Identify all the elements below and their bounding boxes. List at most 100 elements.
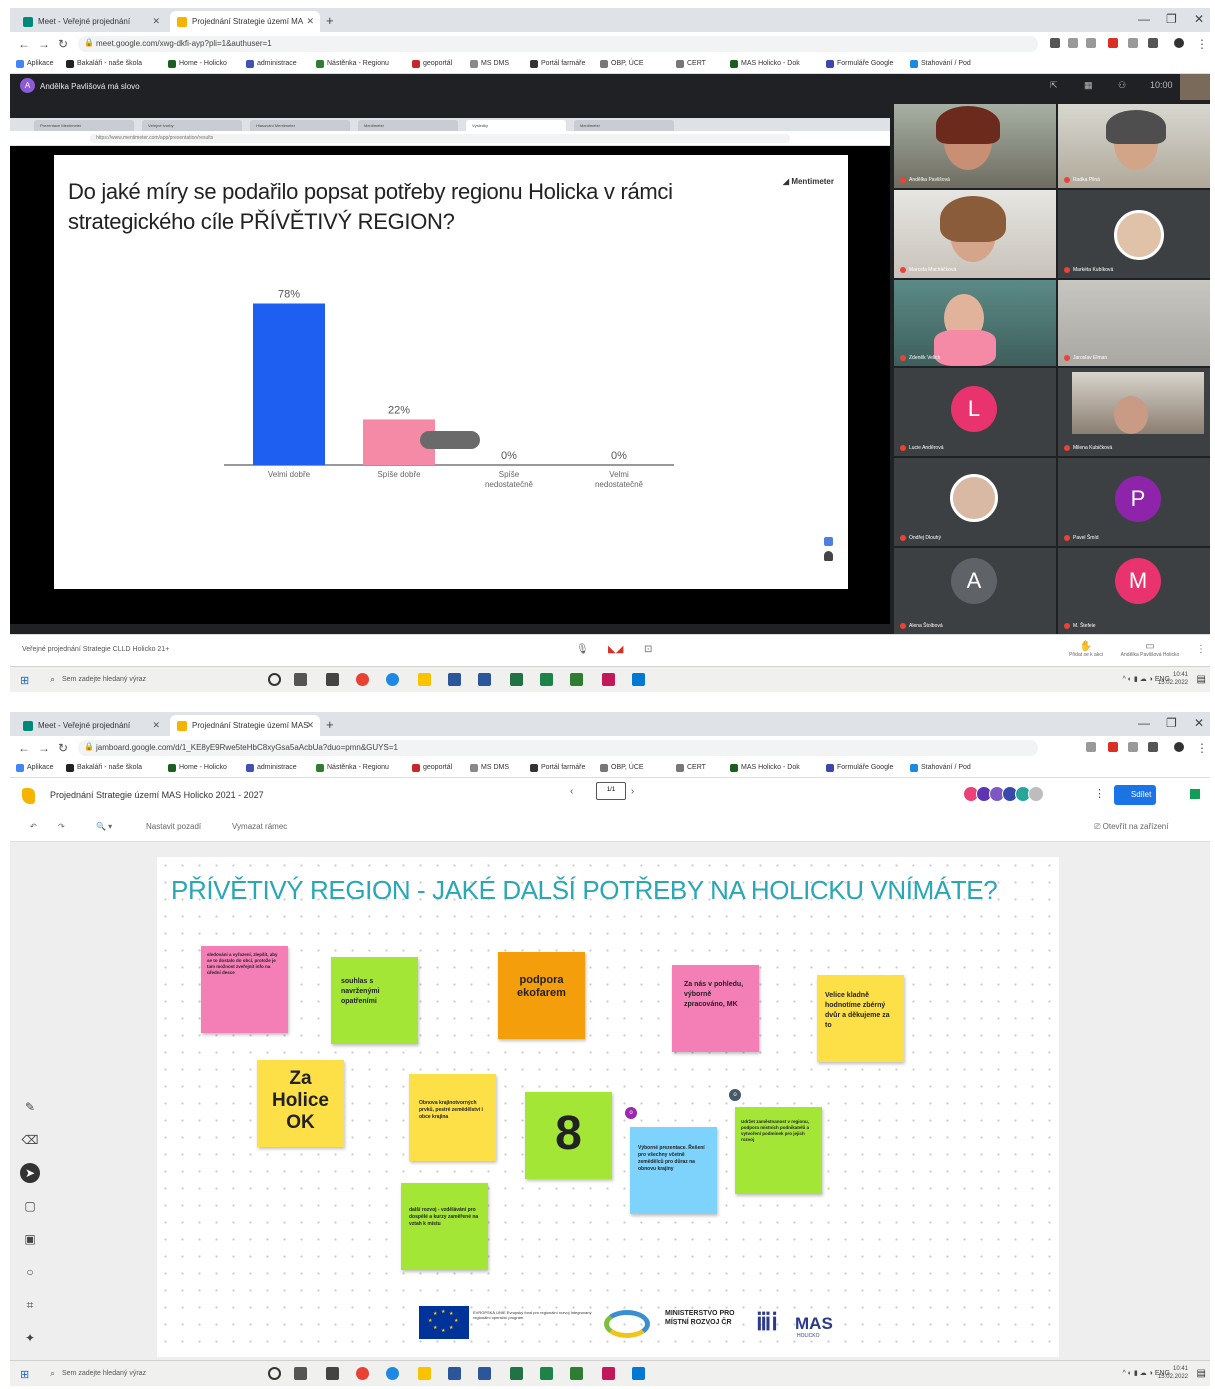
- tab-jamboard[interactable]: Projednání Strategie území MA ✕: [170, 11, 320, 32]
- bookmark-item[interactable]: Home - Holicko: [168, 764, 227, 772]
- bookmark-item[interactable]: Nástěnka - Regionu: [316, 764, 389, 772]
- excel-icon[interactable]: [510, 673, 523, 686]
- extension-icon[interactable]: [1086, 742, 1096, 752]
- chrome-icon[interactable]: [356, 673, 369, 686]
- audience-icon[interactable]: [824, 551, 833, 561]
- app-icon[interactable]: [632, 1367, 645, 1380]
- cortana-icon[interactable]: [268, 1367, 281, 1380]
- app-icon[interactable]: [602, 673, 615, 686]
- profile-icon[interactable]: [1174, 38, 1184, 48]
- puzzle-icon[interactable]: [1148, 742, 1158, 752]
- sticky-note[interactable]: Výborné prezentace. Řešení pro všechny v…: [630, 1127, 717, 1214]
- pin-icon[interactable]: ▦: [1084, 80, 1093, 91]
- tab-jamboard[interactable]: Projednání Strategie území MAS ✕: [170, 715, 320, 736]
- bookmark-item[interactable]: Formuláře Google: [826, 60, 893, 68]
- app-icon[interactable]: [632, 673, 645, 686]
- new-tab-icon[interactable]: +: [326, 13, 334, 28]
- sticky-note[interactable]: podpora ekofarem: [498, 952, 585, 1039]
- app-icon[interactable]: [570, 673, 583, 686]
- participant-tile[interactable]: L Lucie Anděrová: [894, 368, 1056, 456]
- mic-icon[interactable]: 🎙: [576, 644, 589, 655]
- windows-start-icon[interactable]: ⊞: [20, 674, 29, 687]
- more-options-icon[interactable]: ⋮: [1196, 644, 1206, 655]
- profile-icon[interactable]: [1174, 742, 1184, 752]
- windows-start-icon[interactable]: ⊞: [20, 1368, 29, 1381]
- bookmark-item[interactable]: Formuláře Google: [826, 764, 893, 772]
- menu-icon[interactable]: ⋮: [1196, 741, 1208, 755]
- bookmark-item[interactable]: Stahování / Pod: [910, 764, 971, 772]
- participant-tile[interactable]: Jaroslav Elman: [1058, 280, 1210, 366]
- jam-board[interactable]: PŘÍVĚTIVÝ REGION - JAKÉ DALŠÍ POTŘEBY NA…: [157, 857, 1059, 1357]
- join-action-button[interactable]: ✋ Přidat se k akci: [1056, 641, 1116, 658]
- bookmark-item[interactable]: geoportál: [412, 764, 452, 772]
- taskbar-clock[interactable]: 10:41 15.02.2022: [1158, 671, 1188, 687]
- bookmark-item[interactable]: MAS Holicko - Dok: [730, 60, 800, 68]
- participant-tile[interactable]: Ondřej Dlouhý: [894, 458, 1056, 546]
- word-icon[interactable]: [448, 1367, 461, 1380]
- participant-tile[interactable]: Marcela Macháčková: [894, 190, 1056, 278]
- clear-frame-button[interactable]: Vymazat rámec: [232, 822, 287, 831]
- question-icon[interactable]: [824, 537, 833, 546]
- app-icon[interactable]: [570, 1367, 583, 1380]
- close-window-icon[interactable]: ✕: [1194, 716, 1204, 730]
- back-icon[interactable]: ←: [18, 37, 30, 51]
- edge-icon[interactable]: [386, 1367, 399, 1380]
- extension-icon[interactable]: [1086, 38, 1096, 48]
- circle-icon[interactable]: ○: [20, 1262, 40, 1282]
- store-icon[interactable]: [326, 1367, 339, 1380]
- word-icon[interactable]: [478, 673, 491, 686]
- taskbar-clock[interactable]: 10:41 15.02.2022: [1158, 1365, 1188, 1381]
- new-tab-icon[interactable]: +: [326, 717, 334, 732]
- tab-meet[interactable]: Meet - Veřejné projednání ✕: [16, 715, 166, 736]
- eraser-icon[interactable]: ⌫: [20, 1130, 40, 1150]
- taskbar-search[interactable]: ⌕ Sem zadejte hledaný výraz: [48, 1365, 258, 1383]
- pen-icon[interactable]: ✎: [20, 1097, 40, 1117]
- participant-tile[interactable]: Milena Kubičková: [1058, 368, 1210, 456]
- set-background-button[interactable]: Nastavit pozadí: [146, 822, 201, 831]
- extension-icon[interactable]: [1128, 742, 1138, 752]
- word-icon[interactable]: [448, 673, 461, 686]
- notifications-icon[interactable]: ▤: [1197, 1368, 1206, 1379]
- explorer-icon[interactable]: [418, 1367, 431, 1380]
- text-box-icon[interactable]: ⌗: [20, 1295, 40, 1315]
- bookmark-item[interactable]: Portál farmáře: [530, 764, 585, 772]
- word-icon[interactable]: [478, 1367, 491, 1380]
- present-icon[interactable]: ⊡: [644, 644, 652, 655]
- app-icon[interactable]: [540, 1367, 553, 1380]
- participant-tile[interactable]: P Pavel Šmíd: [1058, 458, 1210, 546]
- participant-tile[interactable]: Markéta Kubíková: [1058, 190, 1210, 278]
- bookmark-item[interactable]: MS DMS: [470, 764, 509, 772]
- previous-frame-icon[interactable]: ‹: [570, 786, 573, 797]
- bookmark-item[interactable]: MAS Holicko - Dok: [730, 764, 800, 772]
- task-view-icon[interactable]: [294, 673, 307, 686]
- apps-icon[interactable]: [1190, 789, 1200, 799]
- extension-icon[interactable]: [1068, 38, 1078, 48]
- sticky-note-icon[interactable]: ▢: [20, 1196, 40, 1216]
- select-icon[interactable]: ➤: [20, 1163, 40, 1183]
- address-bar[interactable]: 🔒 jamboard.google.com/d/1_KE8yE9Rwe5teHb…: [78, 740, 1038, 756]
- presentation-controls[interactable]: [420, 431, 480, 449]
- menu-icon[interactable]: ⋮: [1196, 37, 1208, 51]
- camera-off-icon[interactable]: ◣◢: [608, 644, 623, 655]
- next-frame-icon[interactable]: ›: [631, 786, 634, 797]
- forward-icon[interactable]: →: [38, 741, 50, 755]
- reload-icon[interactable]: ↻: [58, 37, 68, 51]
- bookmark-item[interactable]: CERT: [676, 764, 706, 772]
- extension-icon[interactable]: [1050, 38, 1060, 48]
- bookmark-item[interactable]: Home - Holicko: [168, 60, 227, 68]
- jam-title[interactable]: Projednání Strategie území MAS Holicko 2…: [50, 790, 264, 800]
- cortana-icon[interactable]: [268, 673, 281, 686]
- excel-icon[interactable]: [510, 1367, 523, 1380]
- forward-icon[interactable]: →: [38, 37, 50, 51]
- sticky-note[interactable]: 8: [525, 1092, 612, 1179]
- participant-tile[interactable]: Andělka Pavlišová: [894, 104, 1056, 188]
- collaborator-avatars[interactable]: [963, 786, 1044, 807]
- extension-icon[interactable]: [1108, 38, 1118, 48]
- explorer-icon[interactable]: [418, 673, 431, 686]
- close-icon[interactable]: ✕: [152, 720, 160, 731]
- task-view-icon[interactable]: [294, 1367, 307, 1380]
- undo-icon[interactable]: ↶: [30, 822, 37, 831]
- sticky-note[interactable]: Velice kladně hodnotíme zbérný dvůr a dě…: [817, 975, 904, 1062]
- app-icon[interactable]: [540, 673, 553, 686]
- laser-icon[interactable]: ✦: [20, 1328, 40, 1348]
